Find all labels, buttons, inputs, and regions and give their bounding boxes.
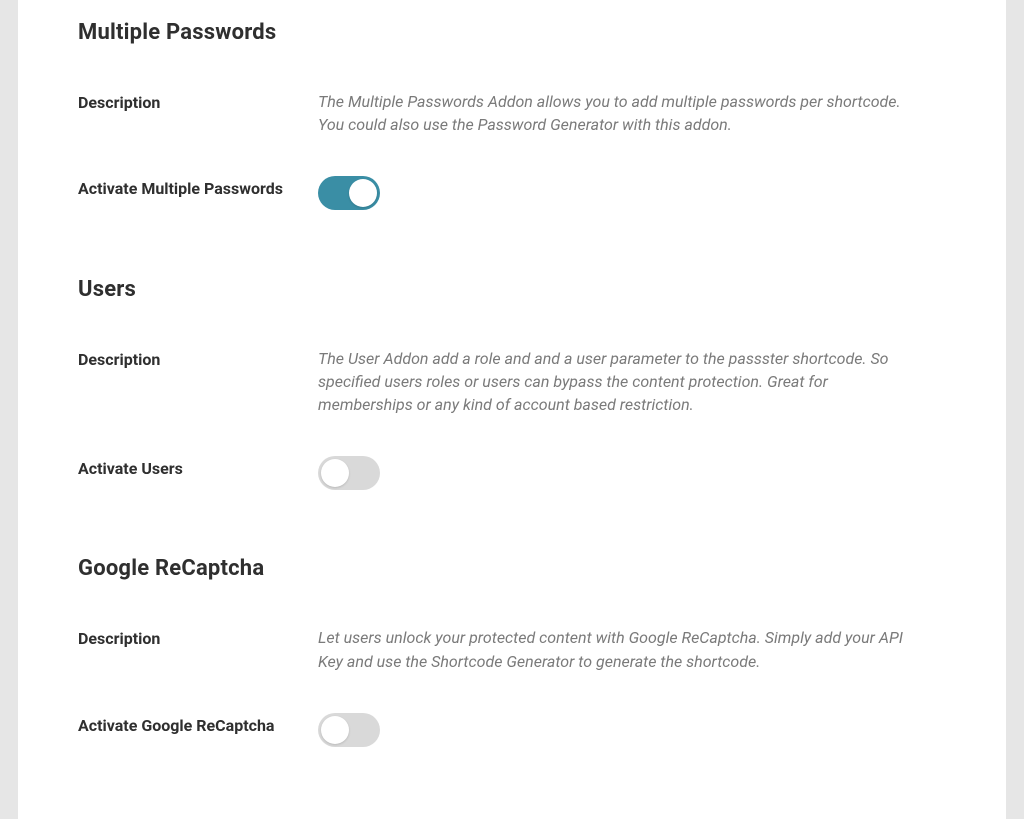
row-google-recaptcha-description: Description Let users unlock your protec…	[78, 626, 946, 672]
settings-card: Multiple Passwords Description The Multi…	[18, 0, 1006, 819]
page-wrap: Multiple Passwords Description The Multi…	[0, 0, 1024, 819]
heading-users: Users	[78, 277, 946, 302]
label-activate-users: Activate Users	[78, 456, 318, 480]
toggle-knob	[321, 459, 349, 487]
row-users-activate: Activate Users	[78, 456, 946, 496]
label-description: Description	[78, 626, 318, 650]
label-description: Description	[78, 347, 318, 371]
label-description: Description	[78, 90, 318, 114]
section-google-recaptcha: Google ReCaptcha Description Let users u…	[78, 536, 946, 753]
heading-multiple-passwords: Multiple Passwords	[78, 20, 946, 45]
text-multiple-passwords-description: The Multiple Passwords Addon allows you …	[318, 90, 946, 136]
toggle-activate-multiple-passwords[interactable]	[318, 176, 380, 210]
row-users-description: Description The User Addon add a role an…	[78, 347, 946, 417]
row-google-recaptcha-activate: Activate Google ReCaptcha	[78, 713, 946, 753]
heading-google-recaptcha: Google ReCaptcha	[78, 556, 946, 581]
text-google-recaptcha-description: Let users unlock your protected content …	[318, 626, 946, 672]
toggle-knob	[321, 716, 349, 744]
row-multiple-passwords-activate: Activate Multiple Passwords	[78, 176, 946, 216]
toggle-activate-users[interactable]	[318, 456, 380, 490]
toggle-knob	[349, 179, 377, 207]
label-activate-multiple-passwords: Activate Multiple Passwords	[78, 176, 318, 200]
section-users: Users Description The User Addon add a r…	[78, 257, 946, 497]
row-multiple-passwords-description: Description The Multiple Passwords Addon…	[78, 90, 946, 136]
section-multiple-passwords: Multiple Passwords Description The Multi…	[78, 0, 946, 217]
label-activate-google-recaptcha: Activate Google ReCaptcha	[78, 713, 318, 737]
toggle-activate-google-recaptcha[interactable]	[318, 713, 380, 747]
text-users-description: The User Addon add a role and and a user…	[318, 347, 946, 417]
